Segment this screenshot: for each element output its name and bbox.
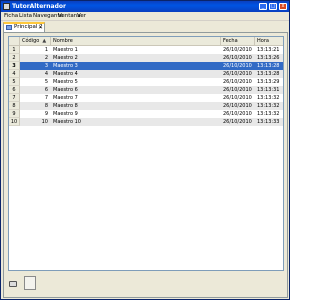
table-row[interactable]: 5 5 Maestro 5 26/10/2010 13:13:29: [9, 78, 283, 86]
sort-ascending-icon: ▲: [42, 38, 47, 44]
cell-codigo: 8: [44, 103, 48, 109]
cell-codigo: 5: [44, 79, 48, 85]
menu-ficha[interactable]: Ficha: [4, 13, 18, 20]
cell-fecha: 26/10/2010: [223, 111, 252, 117]
header-codigo-label: Código: [22, 38, 40, 44]
app-icon: [3, 3, 10, 10]
row-number[interactable]: 3: [9, 62, 20, 70]
row-number[interactable]: 7: [9, 94, 20, 102]
cell-nombre: Maestro 2: [53, 55, 78, 61]
table-row[interactable]: 8 8 Maestro 8 26/10/2010 13:13:32: [9, 102, 283, 110]
cell-codigo: 6: [44, 87, 48, 93]
menu-lista[interactable]: Lista: [19, 13, 32, 20]
cell-hora: 13:13:32: [257, 95, 280, 101]
cell-codigo: 10: [41, 119, 48, 125]
menu-ver[interactable]: Ver: [77, 13, 86, 20]
cell-hora: 13:13:32: [257, 103, 280, 109]
cell-hora: 13:13:28: [255, 62, 283, 70]
cell-codigo: 2: [44, 55, 48, 61]
cell-fecha: 26/10/2010: [223, 87, 252, 93]
header-rownum: [9, 37, 20, 46]
close-button[interactable]: x: [279, 3, 287, 10]
cell-fecha: 26/10/2010: [223, 103, 252, 109]
row-number[interactable]: 9: [9, 110, 20, 118]
minimize-button[interactable]: _: [259, 3, 267, 10]
cell-fecha: 26/10/2010: [223, 119, 252, 125]
grid-icon: [6, 25, 12, 30]
cell-nombre: Maestro 9: [53, 111, 78, 117]
cell-fecha: 26/10/2010: [223, 95, 252, 101]
table-row[interactable]: 10 10 Maestro 10 26/10/2010 13:13:33: [9, 118, 283, 126]
status-bar: [8, 274, 284, 294]
table-row[interactable]: 1 1 Maestro 1 26/10/2010 13:13:21: [9, 46, 283, 54]
cell-nombre: Maestro 4: [53, 71, 78, 77]
table-row[interactable]: 2 2 Maestro 2 26/10/2010 13:13:26: [9, 54, 283, 62]
cell-nombre: Maestro 7: [53, 95, 78, 101]
cell-hora: 13:13:31: [257, 87, 280, 93]
close-icon[interactable]: ✕: [38, 24, 43, 31]
data-table[interactable]: Código ▲ Nombre Fecha Hora 1 1 Maestro 1 26/…: [8, 36, 284, 271]
cell-nombre: Maestro 3: [51, 62, 221, 70]
cell-fecha: 26/10/2010: [221, 62, 255, 70]
header-fecha[interactable]: Fecha: [221, 37, 255, 46]
window-title: TutorAlternador: [12, 3, 66, 10]
row-number[interactable]: 2: [9, 54, 20, 62]
menu-bar: Ficha Lista Navegante Ventana Ver: [1, 12, 289, 21]
cell-nombre: Maestro 5: [53, 79, 78, 85]
table-row[interactable]: 4 4 Maestro 4 26/10/2010 13:13:28: [9, 70, 283, 78]
app-window: TutorAlternador _ □ x Ficha Lista Navega…: [0, 0, 290, 300]
table-row[interactable]: 6 6 Maestro 6 26/10/2010 13:13:31: [9, 86, 283, 94]
row-number[interactable]: 5: [9, 78, 20, 86]
cell-fecha: 26/10/2010: [223, 79, 252, 85]
cell-nombre: Maestro 8: [53, 103, 78, 109]
cell-codigo: 9: [44, 111, 48, 117]
tab-strip: Principal 2 ✕: [3, 22, 287, 32]
main-panel: Código ▲ Nombre Fecha Hora 1 1 Maestro 1 26/…: [3, 32, 288, 298]
cell-nombre: Maestro 10: [53, 119, 81, 125]
table-row[interactable]: 7 7 Maestro 7 26/10/2010 13:13:32: [9, 94, 283, 102]
cell-hora: 13:13:26: [257, 55, 280, 61]
record-box[interactable]: [24, 276, 36, 290]
cell-fecha: 26/10/2010: [223, 47, 252, 53]
cell-codigo: 7: [44, 95, 48, 101]
row-number[interactable]: 4: [9, 70, 20, 78]
cell-codigo: 4: [44, 71, 48, 77]
cell-hora: 13:13:32: [257, 111, 280, 117]
cell-codigo: 1: [44, 47, 48, 53]
tab-principal-2[interactable]: Principal 2 ✕: [3, 22, 45, 32]
cell-nombre: Maestro 6: [53, 87, 78, 93]
cell-fecha: 26/10/2010: [223, 55, 252, 61]
maximize-button[interactable]: □: [269, 3, 277, 10]
row-number[interactable]: 10: [9, 118, 20, 126]
row-number[interactable]: 6: [9, 86, 20, 94]
row-number[interactable]: 8: [9, 102, 20, 110]
cell-hora: 13:13:21: [257, 47, 280, 53]
header-codigo[interactable]: Código ▲: [20, 37, 51, 46]
cell-nombre: Maestro 1: [53, 47, 78, 53]
header-hora[interactable]: Hora: [255, 37, 283, 46]
header-nombre[interactable]: Nombre: [51, 37, 221, 46]
cell-hora: 13:13:33: [257, 119, 280, 125]
title-bar[interactable]: TutorAlternador _ □ x: [1, 1, 289, 12]
link-icon[interactable]: [9, 281, 17, 287]
table-row[interactable]: 3 3 Maestro 3 26/10/2010 13:13:28: [9, 62, 283, 70]
cell-codigo: 3: [20, 62, 51, 70]
cell-hora: 13:13:29: [257, 79, 280, 85]
cell-hora: 13:13:28: [257, 71, 280, 77]
cell-fecha: 26/10/2010: [223, 71, 252, 77]
row-number[interactable]: 1: [9, 46, 20, 54]
table-row[interactable]: 9 9 Maestro 9 26/10/2010 13:13:32: [9, 110, 283, 118]
